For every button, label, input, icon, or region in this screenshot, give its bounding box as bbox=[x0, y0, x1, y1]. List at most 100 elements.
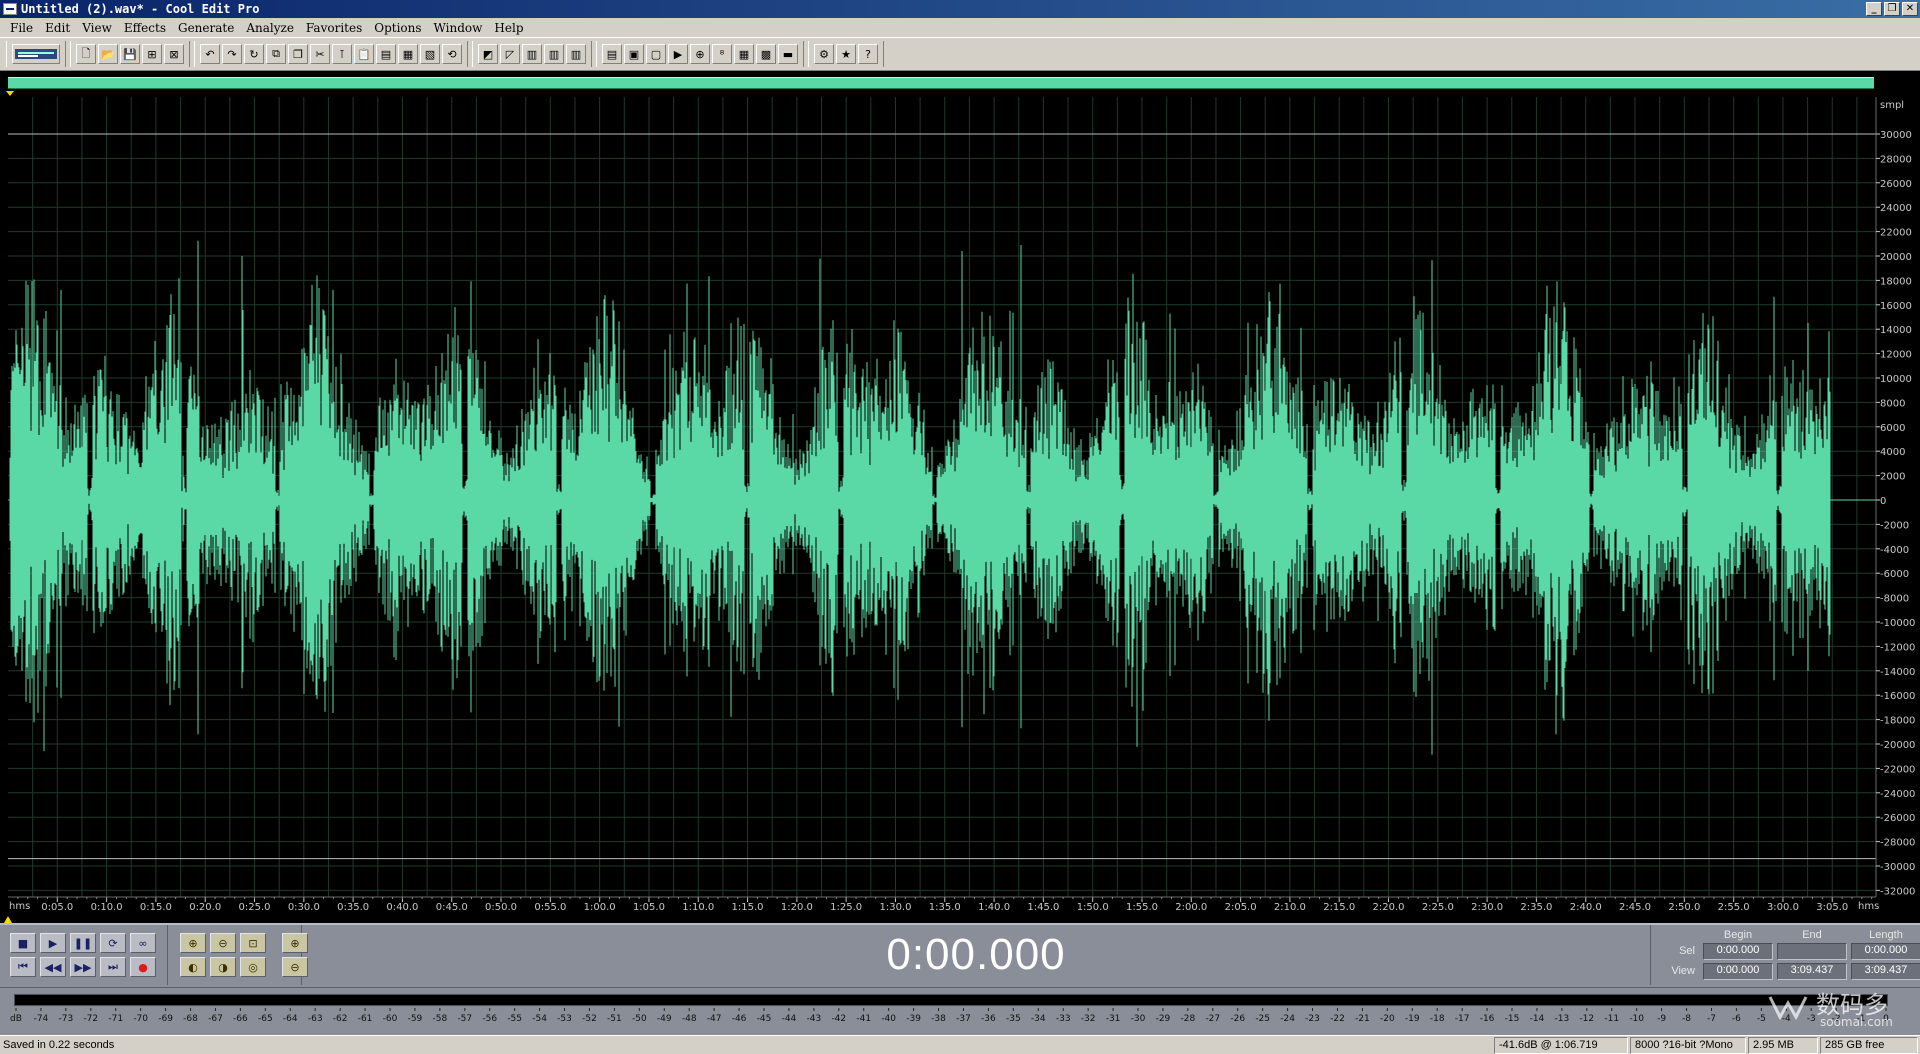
meter-label: -41 bbox=[856, 1014, 871, 1024]
restore-button[interactable]: ❐ bbox=[1884, 2, 1900, 16]
status-size: 2.95 MB bbox=[1748, 1037, 1818, 1054]
meter-label: -57 bbox=[457, 1014, 472, 1024]
redo-button[interactable]: ↷ bbox=[222, 44, 242, 64]
copy-button[interactable]: ❐ bbox=[288, 44, 308, 64]
save-all-button[interactable]: ⊞ bbox=[142, 44, 162, 64]
paste-new-button[interactable]: ▤ bbox=[376, 44, 396, 64]
meter-label: -17 bbox=[1455, 1014, 1470, 1024]
meter-label: -15 bbox=[1505, 1014, 1520, 1024]
paste-button[interactable]: 📋 bbox=[354, 44, 374, 64]
sel-begin-field[interactable]: 0:00.000 bbox=[1703, 942, 1773, 960]
sel-length-field[interactable]: 0:00.000 bbox=[1851, 942, 1920, 960]
envelope-button[interactable]: ◸ bbox=[500, 44, 520, 64]
overview-range[interactable] bbox=[8, 77, 1874, 89]
waveform-button[interactable]: ◩ bbox=[478, 44, 498, 64]
undo-button[interactable]: ↶ bbox=[200, 44, 220, 64]
zoom-out-button[interactable]: ⊖ bbox=[210, 933, 236, 953]
multitrack-mode-button[interactable] bbox=[12, 44, 60, 64]
menu-window[interactable]: Window bbox=[428, 21, 489, 35]
stop-button[interactable]: ■ bbox=[10, 933, 36, 953]
bits-button[interactable]: ⁸ bbox=[712, 44, 732, 64]
time-label: 1:10.0 bbox=[682, 902, 714, 913]
minimize-button[interactable]: _ bbox=[1866, 2, 1882, 16]
view-length-field[interactable]: 3:09.437 bbox=[1851, 962, 1920, 980]
menu-effects[interactable]: Effects bbox=[118, 21, 172, 35]
fast-forward-button[interactable]: ▶▶ bbox=[70, 957, 96, 977]
close-button[interactable]: ✕ bbox=[1902, 2, 1918, 16]
play-toolbar-button[interactable]: ▶ bbox=[668, 44, 688, 64]
help-button[interactable]: ? bbox=[858, 44, 878, 64]
record-button[interactable]: ● bbox=[130, 957, 156, 977]
cursor-marker-top[interactable] bbox=[6, 91, 14, 96]
meter-label: -54 bbox=[532, 1014, 547, 1024]
menu-favorites[interactable]: Favorites bbox=[300, 21, 368, 35]
rewind-button[interactable]: ◀◀ bbox=[40, 957, 66, 977]
zoom-right-button[interactable]: ◑ bbox=[210, 957, 236, 977]
sel-end-field[interactable] bbox=[1777, 942, 1847, 960]
meter-button[interactable]: ▩ bbox=[756, 44, 776, 64]
zoom-in-full-button[interactable]: ⊕ bbox=[180, 933, 206, 953]
title-bar: Untitled (2).wav* - Cool Edit Pro _ ❐ ✕ bbox=[0, 0, 1920, 18]
amplitude-label: -32000 bbox=[1880, 886, 1915, 897]
menu-file[interactable]: File bbox=[4, 21, 39, 35]
zoom-selection-button[interactable]: ◎ bbox=[240, 957, 266, 977]
menu-help[interactable]: Help bbox=[488, 21, 529, 35]
mix-paste-button[interactable]: ▦ bbox=[398, 44, 418, 64]
zoom-left-button[interactable]: ◐ bbox=[180, 957, 206, 977]
settings-button[interactable]: ⚙ bbox=[814, 44, 834, 64]
trim-button[interactable]: ⊺ bbox=[332, 44, 352, 64]
overview-bar[interactable] bbox=[0, 71, 1920, 97]
menu-options[interactable]: Options bbox=[368, 21, 427, 35]
save-button[interactable]: 💾 bbox=[120, 44, 140, 64]
redo-icon: ↷ bbox=[227, 47, 237, 61]
amplitude-label: 24000 bbox=[1880, 203, 1912, 214]
open-file-button[interactable]: 📂 bbox=[98, 44, 118, 64]
play-looped-button[interactable]: ⟳ bbox=[100, 933, 126, 953]
copy-new-button[interactable]: ⧉ bbox=[266, 44, 286, 64]
meter-label: -39 bbox=[906, 1014, 921, 1024]
play-button[interactable]: ▶ bbox=[40, 933, 66, 953]
zoom-full-button[interactable]: ⊡ bbox=[240, 933, 266, 953]
time-label: 1:25.0 bbox=[830, 902, 862, 913]
paste-special-button[interactable]: ▧ bbox=[420, 44, 440, 64]
meter-label: -62 bbox=[333, 1014, 348, 1024]
favorites-button[interactable]: ★ bbox=[836, 44, 856, 64]
view-begin-field[interactable]: 0:00.000 bbox=[1703, 962, 1773, 980]
waveform-svg[interactable]: smpl300002800026000240002200020000180001… bbox=[0, 97, 1920, 923]
loop-button[interactable]: ∞ bbox=[130, 933, 156, 953]
convert-button[interactable]: ⟲ bbox=[442, 44, 462, 64]
cut-button[interactable]: ✂ bbox=[310, 44, 330, 64]
amplitude-label: 12000 bbox=[1880, 350, 1912, 361]
menu-analyze[interactable]: Analyze bbox=[240, 21, 300, 35]
menu-generate[interactable]: Generate bbox=[172, 21, 240, 35]
time-display: 0:00.000 bbox=[886, 930, 1066, 979]
meter-label: -4 bbox=[1782, 1014, 1791, 1024]
view-end-field[interactable]: 3:09.437 bbox=[1777, 962, 1847, 980]
go-end-button[interactable]: ⏭ bbox=[100, 957, 126, 977]
repeat-button[interactable]: ↻ bbox=[244, 44, 264, 64]
menu-view[interactable]: View bbox=[76, 21, 118, 35]
cue-list-button[interactable]: ▤ bbox=[602, 44, 622, 64]
close-file-button[interactable]: ⊠ bbox=[164, 44, 184, 64]
go-start-button[interactable]: ⏮ bbox=[10, 957, 36, 977]
marker-button[interactable]: ▦ bbox=[734, 44, 754, 64]
grid2-button[interactable]: ▥ bbox=[544, 44, 564, 64]
grid3-button[interactable]: ▥ bbox=[566, 44, 586, 64]
meter-label: -56 bbox=[482, 1014, 497, 1024]
pause-button[interactable]: ❚❚ bbox=[70, 933, 96, 953]
spectrum-button[interactable]: ▬ bbox=[778, 44, 798, 64]
play-list-button[interactable]: ▣ bbox=[624, 44, 644, 64]
zoom-tool-button[interactable]: ⊕ bbox=[690, 44, 710, 64]
waveform-display[interactable]: smpl 30000 28000 26000 24000 22000 20000 18000 1… bbox=[0, 97, 1920, 923]
amplitude-label: -26000 bbox=[1880, 813, 1915, 824]
go-end-icon: ⏭ bbox=[108, 960, 118, 973]
info-button[interactable]: ▢ bbox=[646, 44, 666, 64]
meter-label: -69 bbox=[158, 1014, 173, 1024]
menu-edit[interactable]: Edit bbox=[39, 21, 76, 35]
time-ruler: hms 0:05.0 0:10.0 0:15.0 0:20.0 0:25.0 0:30.0 0… bbox=[0, 896, 1920, 923]
meter-label: -60 bbox=[383, 1014, 398, 1024]
grid-button[interactable]: ▥ bbox=[522, 44, 542, 64]
meter-label: -25 bbox=[1255, 1014, 1270, 1024]
amplitude-label: -22000 bbox=[1880, 764, 1915, 775]
new-file-button[interactable]: 🗋 bbox=[76, 44, 96, 64]
